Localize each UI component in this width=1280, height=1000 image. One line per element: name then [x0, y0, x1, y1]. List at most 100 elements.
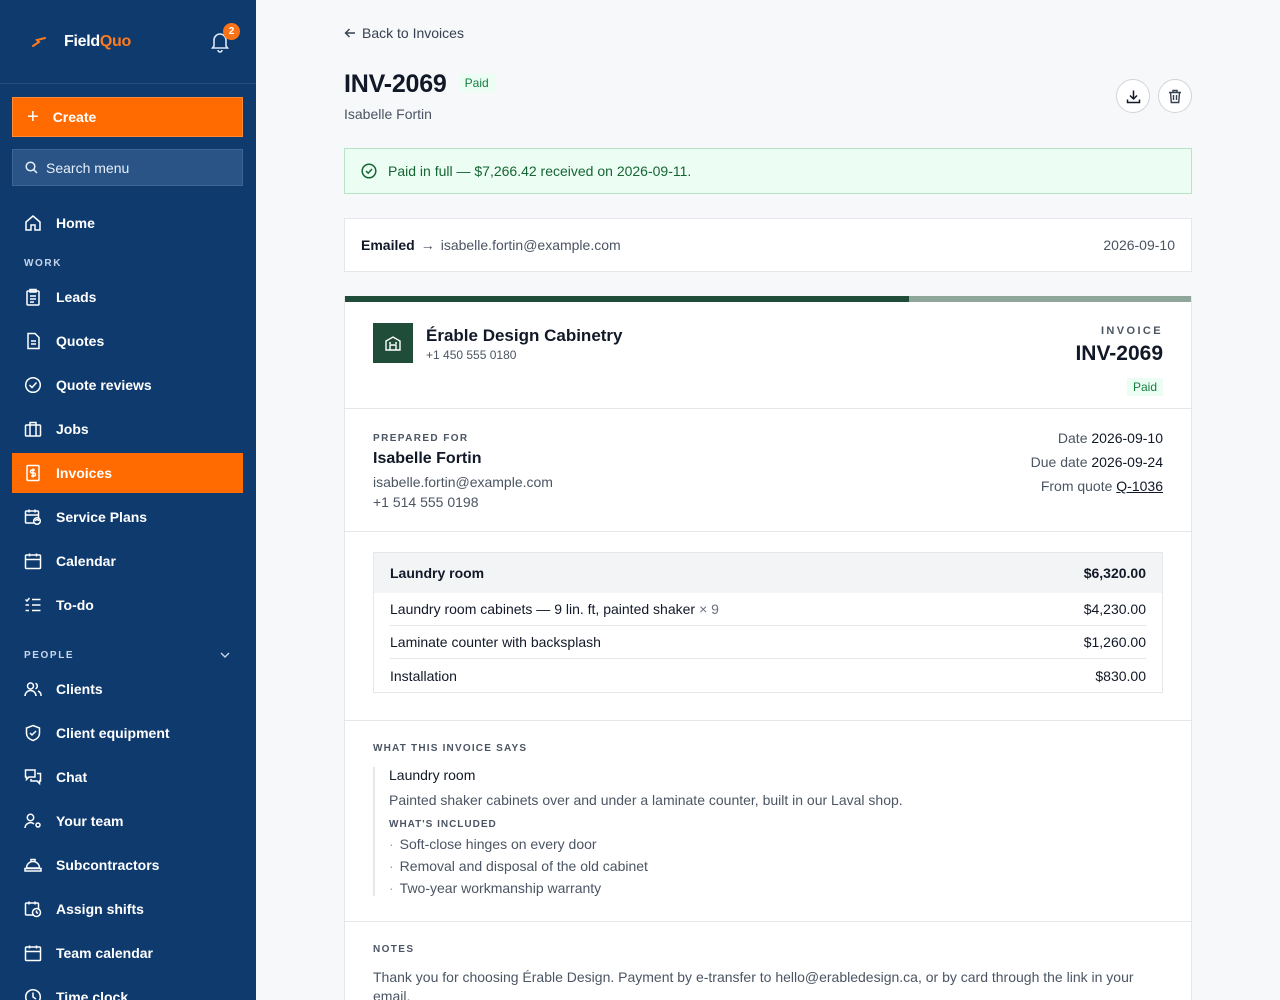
invoice-says-title: Laundry room — [389, 767, 476, 783]
page-title: INV-2069 — [344, 70, 447, 98]
included-item-text: Soft-close hinges on every door — [399, 836, 597, 852]
create-button[interactable]: + Create — [12, 97, 243, 137]
invoice-doc-number: INV-2069 — [1075, 342, 1163, 365]
invoice-says-body: Laundry room Painted shaker cabinets ove… — [373, 767, 1133, 896]
sidebar-item-to-do[interactable]: To-do — [0, 583, 256, 627]
email-event-date: 2026-09-10 — [1103, 237, 1175, 253]
clock-icon — [24, 988, 42, 1000]
sidebar-item-clients[interactable]: Clients — [0, 667, 256, 711]
sidebar-item-subcontractors[interactable]: Subcontractors — [0, 843, 256, 887]
search-icon — [25, 161, 38, 174]
sidebar-item-quotes[interactable]: Quotes — [0, 319, 256, 363]
bullet-icon: · — [389, 858, 394, 874]
notes-text: Thank you for choosing Érable Design. Pa… — [373, 969, 1134, 1000]
line-item-group-total: $6,320.00 — [1083, 565, 1146, 581]
sidebar-item-label: Jobs — [56, 421, 89, 437]
line-item-amount: $830.00 — [1095, 667, 1146, 684]
sidebar-item-assign-shifts[interactable]: Assign shifts — [0, 887, 256, 931]
brand-bar: FieldQuo 2 — [0, 0, 256, 84]
prepared-for-label: PREPARED FOR — [373, 433, 469, 444]
sidebar-item-team-calendar[interactable]: Team calendar — [0, 931, 256, 975]
sidebar-item-service-plans[interactable]: Service Plans — [0, 495, 256, 539]
brand-name[interactable]: FieldQuo — [64, 33, 131, 51]
create-button-label: Create — [52, 109, 97, 125]
prepared-for-email: isabelle.fortin@example.com — [373, 474, 553, 490]
sidebar-item-label: Clients — [56, 681, 103, 697]
payment-alert: Paid in full — $7,266.42 received on 202… — [344, 148, 1192, 194]
sidebar-item-label: Service Plans — [56, 509, 148, 525]
download-icon — [1126, 90, 1140, 103]
page-title-row: INV-2069 Paid — [344, 70, 495, 99]
line-item-quantity: × 9 — [699, 601, 719, 617]
invoice-due-label: Due date — [1030, 454, 1088, 470]
home-icon — [25, 215, 41, 231]
status-badge: Paid — [458, 74, 495, 92]
sidebar-item-calendar[interactable]: Calendar — [0, 539, 256, 583]
calendar-refresh-icon — [24, 509, 42, 526]
invoice-due-date: Due date 2026-09-24 — [1031, 454, 1163, 470]
whats-included-label: WHAT'S INCLUDED — [389, 819, 497, 830]
delete-button[interactable] — [1158, 79, 1192, 113]
invoice-status-badge: Paid — [1126, 378, 1163, 396]
sidebar-nav: Home WORK Leads Quotes Quote reviews Job… — [0, 201, 256, 1000]
invoice-date: Date 2026-09-10 — [1058, 430, 1163, 446]
nav-section-people-label: PEOPLE — [24, 649, 75, 661]
check-circle-icon — [361, 163, 377, 179]
sidebar-item-time-clock[interactable]: Time clock — [0, 975, 256, 1000]
brand-name-field: Field — [64, 32, 100, 50]
sidebar-item-label: Assign shifts — [56, 901, 144, 917]
notifications-button[interactable]: 2 — [210, 22, 240, 53]
brand-name-quo: Quo — [99, 32, 131, 50]
sidebar-item-leads[interactable]: Leads — [0, 275, 256, 319]
nav-section-work: WORK — [24, 257, 63, 269]
line-items-table: Laundry room $6,320.00 Laundry room cabi… — [373, 552, 1163, 693]
search-menu-placeholder: Search menu — [46, 159, 130, 176]
included-item: · Two-year workmanship warranty — [389, 880, 1133, 896]
prepared-for-phone: +1 514 555 0198 — [373, 494, 479, 510]
nav-section-people[interactable]: PEOPLE — [0, 637, 256, 667]
back-to-invoices-link[interactable]: Back to Invoices — [344, 25, 464, 41]
sidebar-item-label: Time clock — [56, 989, 129, 1000]
sidebar-item-label: To-do — [56, 597, 94, 613]
sidebar-item-label: Invoices — [56, 465, 113, 481]
prepared-for-name: Isabelle Fortin — [373, 450, 482, 467]
payment-alert-text: Paid in full — $7,266.42 received on 202… — [388, 163, 692, 179]
chevron-down-icon — [220, 652, 230, 658]
line-item-description: Installation — [390, 667, 457, 684]
quote-link[interactable]: Q-1036 — [1116, 478, 1163, 494]
sidebar-item-label: Client equipment — [56, 725, 170, 741]
building-icon — [385, 336, 401, 351]
check-circle-icon — [24, 376, 42, 394]
download-button[interactable] — [1116, 79, 1150, 113]
sidebar-item-chat[interactable]: Chat — [0, 755, 256, 799]
included-item: · Removal and disposal of the old cabinet — [389, 858, 1133, 874]
invoice-header: Érable Design Cabinetry +1 450 555 0180 … — [345, 302, 1191, 409]
sidebar-item-invoices[interactable]: Invoices — [12, 453, 243, 493]
email-event-row: Emailed → isabelle.fortin@example.com 20… — [344, 218, 1192, 272]
company-name: Érable Design Cabinetry — [426, 326, 623, 345]
back-link-label: Back to Invoices — [362, 25, 464, 41]
sidebar-item-label: Subcontractors — [56, 857, 160, 873]
invoice-due-value: 2026-09-24 — [1091, 454, 1163, 470]
users-icon — [24, 682, 42, 697]
trash-icon — [1169, 89, 1181, 103]
sidebar-item-home[interactable]: Home — [0, 201, 256, 245]
search-menu-input[interactable]: Search menu — [12, 149, 243, 186]
arrow-left-icon — [344, 28, 355, 38]
company-phone: +1 450 555 0180 — [426, 348, 517, 362]
sidebar: FieldQuo 2 + Create Search menu Home WOR… — [0, 0, 256, 1000]
invoice-says-description: Painted shaker cabinets over and under a… — [389, 792, 903, 808]
invoice-dollar-icon — [26, 464, 40, 482]
sidebar-item-quote-reviews[interactable]: Quote reviews — [0, 363, 256, 407]
sidebar-item-client-equipment[interactable]: Client equipment — [0, 711, 256, 755]
line-item-description: Laminate counter with backsplash — [390, 634, 601, 650]
plus-icon: + — [27, 106, 39, 128]
chat-bubbles-icon — [24, 769, 42, 786]
sidebar-item-label: Quotes — [56, 333, 105, 349]
sidebar-item-jobs[interactable]: Jobs — [0, 407, 256, 451]
sidebar-item-label: Calendar — [56, 553, 116, 569]
sidebar-item-your-team[interactable]: Your team — [0, 799, 256, 843]
line-item-row: Laminate counter with backsplash $1,260.… — [390, 626, 1146, 659]
included-item-text: Two-year workmanship warranty — [399, 880, 602, 896]
from-quote-label: From quote — [1040, 478, 1113, 494]
